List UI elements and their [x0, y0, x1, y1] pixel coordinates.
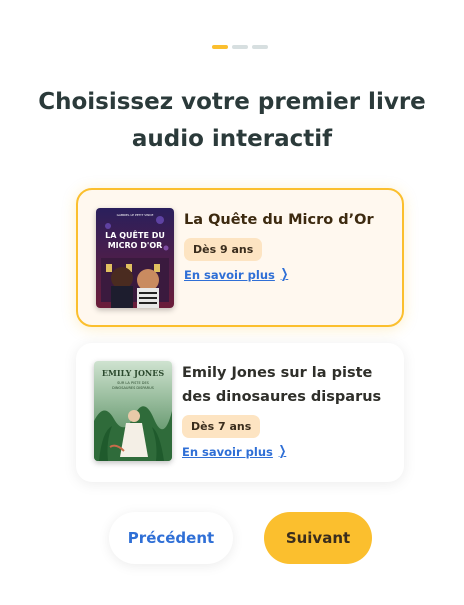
learn-more-label: En savoir plus [184, 267, 275, 282]
cover-title-line1: EMILY JONES [102, 368, 164, 378]
learn-more-label: En savoir plus [182, 444, 273, 459]
step-progress [212, 45, 268, 49]
previous-button[interactable]: Précédent [109, 512, 233, 564]
book-title: Emily Jones sur la piste des dinosaures … [182, 365, 382, 405]
next-button[interactable]: Suivant [264, 512, 372, 564]
cover-title-line2: SUR LA PISTE DES [117, 381, 150, 385]
cover-top-text: GABRIEL LE PETIT VINCE [117, 213, 154, 217]
book-info: Emily Jones sur la piste des dinosaures … [182, 361, 388, 464]
progress-step-1 [212, 45, 228, 49]
chevron-right-icon: ❯ [278, 444, 287, 459]
book-cover-image: GABRIEL LE PETIT VINCE LA QUÊTE DU MICRO… [96, 208, 174, 308]
onboarding-page: Choisissez votre premier livre audio int… [0, 0, 464, 605]
book-cover-image: EMILY JONES SUR LA PISTE DES DINOSAURES … [94, 361, 172, 461]
learn-more-link[interactable]: En savoir plus ❯ [184, 267, 374, 282]
page-title: Choisissez votre premier livre audio int… [38, 89, 426, 152]
age-badge: Dès 9 ans [184, 238, 263, 261]
book-title: La Quête du Micro d’Or [184, 212, 374, 228]
book-card-la-quete[interactable]: GABRIEL LE PETIT VINCE LA QUÊTE DU MICRO… [76, 188, 404, 327]
progress-step-2 [232, 45, 248, 49]
cover-title-line2: MICRO D'OR [108, 241, 163, 250]
book-info: La Quête du Micro d’Or Dès 9 ans En savo… [184, 208, 374, 307]
book-card-emily-jones[interactable]: EMILY JONES SUR LA PISTE DES DINOSAURES … [76, 343, 404, 482]
cover-title-line3: DINOSAURES DISPARUS [112, 386, 155, 390]
learn-more-link[interactable]: En savoir plus ❯ [182, 444, 388, 459]
progress-step-3 [252, 45, 268, 49]
cover-title-line1: LA QUÊTE DU [105, 229, 165, 240]
age-badge: Dès 7 ans [182, 415, 261, 438]
cover-art: EMILY JONES SUR LA PISTE DES DINOSAURES … [94, 361, 172, 461]
chevron-right-icon: ❯ [280, 267, 289, 282]
cover-art: GABRIEL LE PETIT VINCE LA QUÊTE DU MICRO… [96, 208, 174, 308]
